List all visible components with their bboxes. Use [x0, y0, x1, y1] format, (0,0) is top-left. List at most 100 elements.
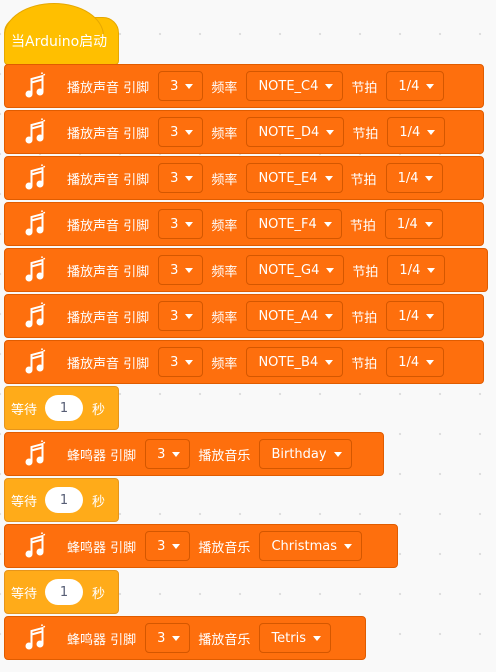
play-tone-block[interactable]: 播放声音 引脚 3 频率 NOTE_A4 节拍 1/4 [4, 294, 484, 338]
play-sound-pin-label: 播放声音 引脚 [67, 310, 150, 326]
note-value: NOTE_D4 [258, 124, 320, 140]
dropdown-arrow-icon [313, 635, 321, 641]
wait-block[interactable]: 等待 1 秒 [4, 386, 119, 430]
song-dropdown[interactable]: Christmas [259, 531, 362, 561]
pin-dropdown[interactable]: 3 [158, 71, 204, 101]
play-sound-pin-label: 播放声音 引脚 [67, 264, 150, 280]
wait-seconds-input[interactable]: 1 [45, 395, 84, 421]
beat-dropdown[interactable]: 1/4 [386, 71, 445, 101]
hat-block-label: 当Arduino启动 [11, 34, 108, 50]
song-value: Tetris [271, 630, 306, 646]
note-dropdown[interactable]: NOTE_C4 [246, 71, 344, 101]
wait-block[interactable]: 等待 1 秒 [4, 478, 119, 522]
play-tone-block[interactable]: 播放声音 引脚 3 频率 NOTE_D4 节拍 1/4 [4, 110, 484, 154]
song-dropdown[interactable]: Tetris [259, 623, 331, 653]
dropdown-arrow-icon [185, 175, 194, 181]
play-sound-pin-label: 播放声音 引脚 [67, 126, 150, 142]
dropdown-arrow-icon [185, 129, 194, 135]
buzzer-play-music-block[interactable]: 蜂鸣器 引脚 3 播放音乐 Tetris [4, 616, 366, 660]
beat-label: 节拍 [349, 218, 376, 234]
music-note-icon [23, 117, 49, 147]
beat-value: 1/4 [399, 262, 421, 278]
buzzer-play-music-block[interactable]: 蜂鸣器 引脚 3 播放音乐 Birthday [4, 432, 384, 476]
buzzer-play-music-block[interactable]: 蜂鸣器 引脚 3 播放音乐 Christmas [4, 524, 398, 568]
play-music-label: 播放音乐 [198, 448, 251, 464]
note-dropdown[interactable]: NOTE_F4 [246, 209, 342, 239]
note-dropdown[interactable]: NOTE_E4 [246, 163, 343, 193]
dropdown-arrow-icon [326, 129, 335, 135]
pin-dropdown[interactable]: 3 [158, 347, 204, 377]
play-sound-pin-label: 播放声音 引脚 [67, 172, 150, 188]
note-dropdown[interactable]: NOTE_D4 [246, 117, 345, 147]
beat-value: 1/4 [398, 354, 420, 370]
beat-label: 节拍 [351, 356, 378, 372]
beat-label: 节拍 [352, 264, 379, 280]
song-value: Birthday [271, 446, 327, 462]
music-note-icon [23, 531, 49, 561]
beat-value: 1/4 [398, 308, 420, 324]
dropdown-arrow-icon [185, 221, 194, 227]
wait-label: 等待 [11, 402, 38, 418]
play-tone-block[interactable]: 播放声音 引脚 3 频率 NOTE_B4 节拍 1/4 [4, 340, 484, 384]
play-tone-block[interactable]: 播放声音 引脚 3 频率 NOTE_F4 节拍 1/4 [4, 202, 484, 246]
frequency-label: 频率 [211, 126, 238, 142]
wait-label: 等待 [11, 494, 38, 510]
beat-value: 1/4 [398, 78, 420, 94]
buzzer-pin-label: 蜂鸣器 引脚 [67, 540, 137, 556]
dropdown-arrow-icon [185, 359, 194, 365]
song-value: Christmas [271, 538, 337, 554]
pin-value: 3 [157, 630, 166, 646]
dropdown-arrow-icon [172, 635, 181, 641]
note-value: NOTE_F4 [258, 216, 317, 232]
song-dropdown[interactable]: Birthday [259, 439, 352, 469]
music-note-icon [23, 301, 49, 331]
dropdown-arrow-icon [424, 221, 433, 227]
beat-dropdown[interactable]: 1/4 [385, 163, 444, 193]
when-arduino-starts-hat-block[interactable]: 当Arduino启动 [4, 3, 119, 65]
pin-dropdown[interactable]: 3 [158, 301, 204, 331]
note-dropdown[interactable]: NOTE_A4 [246, 301, 344, 331]
pin-dropdown[interactable]: 3 [145, 439, 191, 469]
note-value: NOTE_G4 [258, 262, 320, 278]
music-note-icon [23, 209, 49, 239]
beat-dropdown[interactable]: 1/4 [387, 255, 446, 285]
pin-dropdown[interactable]: 3 [145, 623, 191, 653]
note-dropdown[interactable]: NOTE_B4 [246, 347, 344, 377]
pin-value: 3 [170, 308, 179, 324]
dropdown-arrow-icon [325, 313, 334, 319]
wait-seconds-input[interactable]: 1 [45, 579, 84, 605]
music-note-icon [23, 347, 49, 377]
play-tone-block[interactable]: 播放声音 引脚 3 频率 NOTE_G4 节拍 1/4 [4, 248, 488, 292]
play-sound-pin-label: 播放声音 引脚 [67, 356, 150, 372]
pin-dropdown[interactable]: 3 [158, 117, 204, 147]
buzzer-pin-label: 蜂鸣器 引脚 [67, 448, 137, 464]
pin-dropdown[interactable]: 3 [158, 209, 204, 239]
music-note-icon [23, 255, 49, 285]
note-value: NOTE_B4 [258, 354, 319, 370]
dropdown-arrow-icon [325, 359, 334, 365]
pin-value: 3 [170, 216, 179, 232]
play-tone-block[interactable]: 播放声音 引脚 3 频率 NOTE_E4 节拍 1/4 [4, 156, 484, 200]
wait-seconds-input[interactable]: 1 [45, 487, 84, 513]
seconds-label: 秒 [92, 494, 106, 510]
music-note-icon [23, 163, 49, 193]
play-tone-block[interactable]: 播放声音 引脚 3 频率 NOTE_C4 节拍 1/4 [4, 64, 484, 108]
seconds-label: 秒 [92, 586, 106, 602]
dropdown-arrow-icon [185, 313, 194, 319]
script-workspace: 当Arduino启动 播放声音 引脚 3 频率 NOTE_C4 节拍 1/4 播… [0, 0, 496, 672]
frequency-label: 频率 [211, 172, 238, 188]
wait-block[interactable]: 等待 1 秒 [4, 570, 119, 614]
beat-label: 节拍 [352, 126, 379, 142]
dropdown-arrow-icon [185, 267, 194, 273]
beat-dropdown[interactable]: 1/4 [386, 347, 445, 377]
play-music-label: 播放音乐 [198, 540, 251, 556]
pin-dropdown[interactable]: 3 [158, 255, 204, 285]
beat-dropdown[interactable]: 1/4 [384, 209, 443, 239]
pin-dropdown[interactable]: 3 [145, 531, 191, 561]
note-value: NOTE_C4 [258, 78, 319, 94]
note-dropdown[interactable]: NOTE_G4 [246, 255, 345, 285]
dropdown-arrow-icon [427, 267, 436, 273]
beat-dropdown[interactable]: 1/4 [387, 117, 446, 147]
beat-dropdown[interactable]: 1/4 [386, 301, 445, 331]
pin-dropdown[interactable]: 3 [158, 163, 204, 193]
